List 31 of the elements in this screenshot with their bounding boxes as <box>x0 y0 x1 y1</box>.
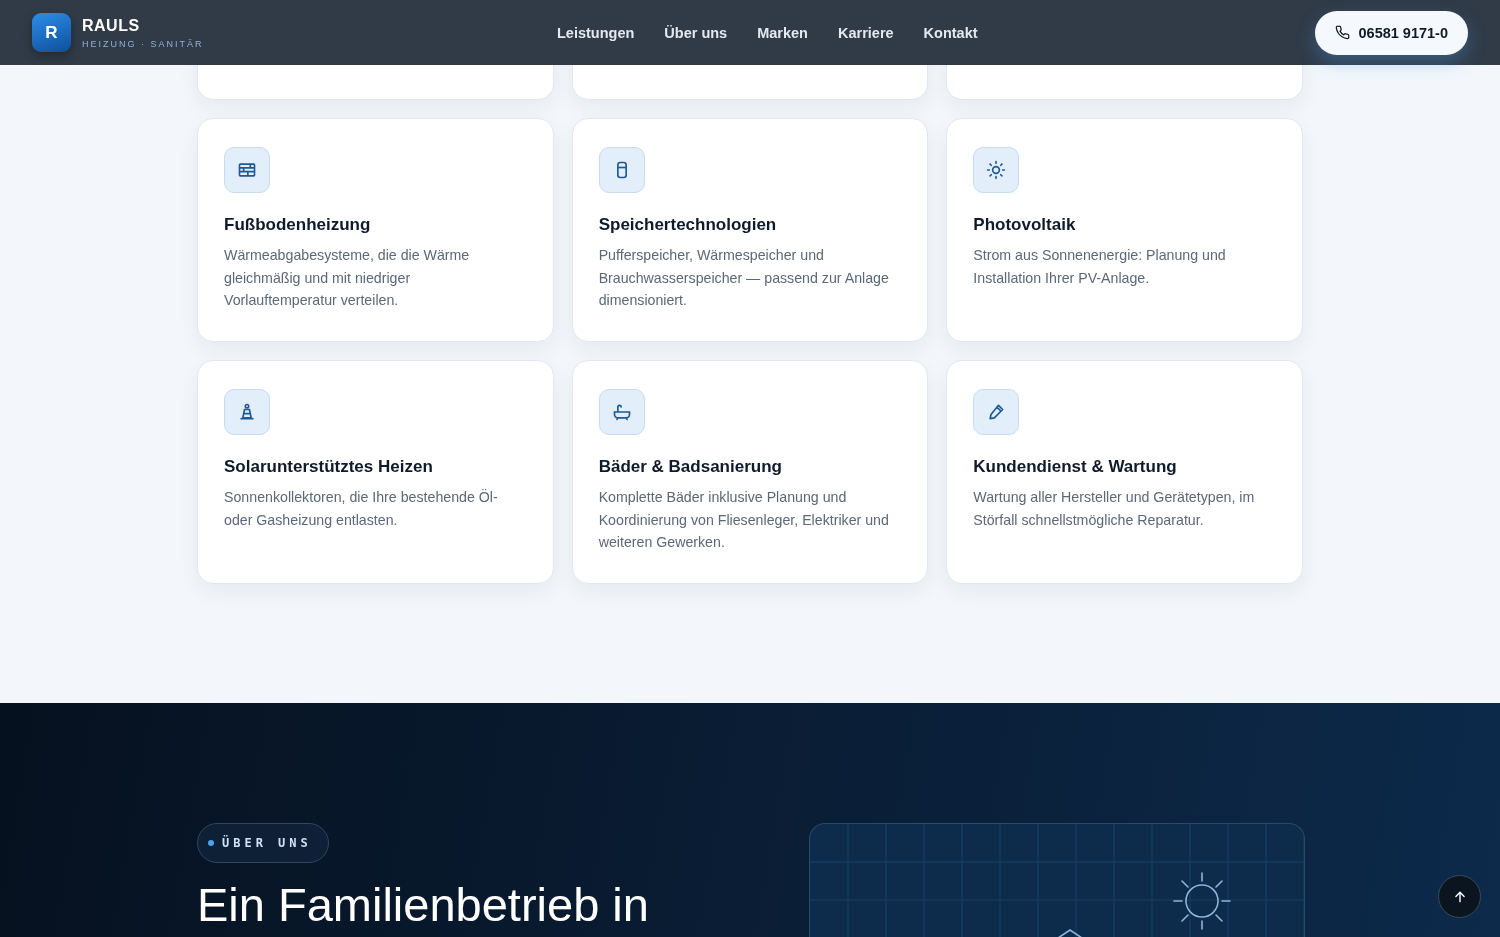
card-description: Wartung aller Hersteller und Gerätetypen, im Störfall schnellstmögliche Reparatur. <box>973 488 1256 530</box>
arrow-up-icon <box>1452 889 1467 904</box>
card-title: Solarunterstütztes Heizen <box>224 457 434 477</box>
phone-icon <box>1334 25 1350 40</box>
nav-link[interactable]: Leistungen <box>557 24 635 41</box>
scroll-top-button[interactable] <box>1438 875 1481 918</box>
section-heading: Ein Familienbetrieb in <box>197 877 650 933</box>
nav-link[interactable]: Marken <box>757 24 808 41</box>
card-description: Sonnenkollektoren, die Ihre bestehende Öl- oder Gasheizung entlasten. <box>224 488 499 530</box>
brand-name: RAULS <box>82 16 141 35</box>
brand-tagline: HEIZUNG · SANITÄR <box>82 38 204 49</box>
card-title: Kundendienst & Wartung <box>973 457 1178 477</box>
badge-label: ÜBER UNS <box>222 836 312 850</box>
bathtub-icon <box>611 402 632 422</box>
phone-button[interactable]: 06581 9171-0 <box>1314 10 1468 55</box>
logo-badge[interactable]: R <box>32 13 71 52</box>
sun-icon <box>986 160 1007 180</box>
card-title: Bäder & Badsanierung <box>598 457 783 477</box>
card-title: Fußbodenheizung <box>224 215 372 235</box>
card-description: Wärmeabgabesysteme, die die Wärme gleichmäßig und mit niedriger Vorlauftemperatur verteilen. <box>224 246 471 310</box>
nav-link[interactable]: Über uns <box>664 24 728 41</box>
grid-icon <box>237 160 257 180</box>
card-title: Photovoltaik <box>973 215 1077 235</box>
pen-icon <box>986 402 1007 422</box>
card-title: Speichertechnologien <box>598 215 778 235</box>
nav-link[interactable]: Karriere <box>837 24 894 41</box>
card-description: Strom aus Sonnenenergie: Planung und Installation Ihrer PV-Anlage. <box>973 246 1227 288</box>
nav-link[interactable]: Kontakt <box>923 24 978 41</box>
dot-icon <box>208 840 214 846</box>
card-description: Komplette Bäder inklusive Planung und Koordinierung von Fliesenleger, Elektriker und weiteren Gewerken. <box>598 488 890 552</box>
card-description: Pufferspeicher, Wärmespeicher und Brauchwasserspeicher — passend zur Anlage dimensioniert. <box>598 246 890 310</box>
